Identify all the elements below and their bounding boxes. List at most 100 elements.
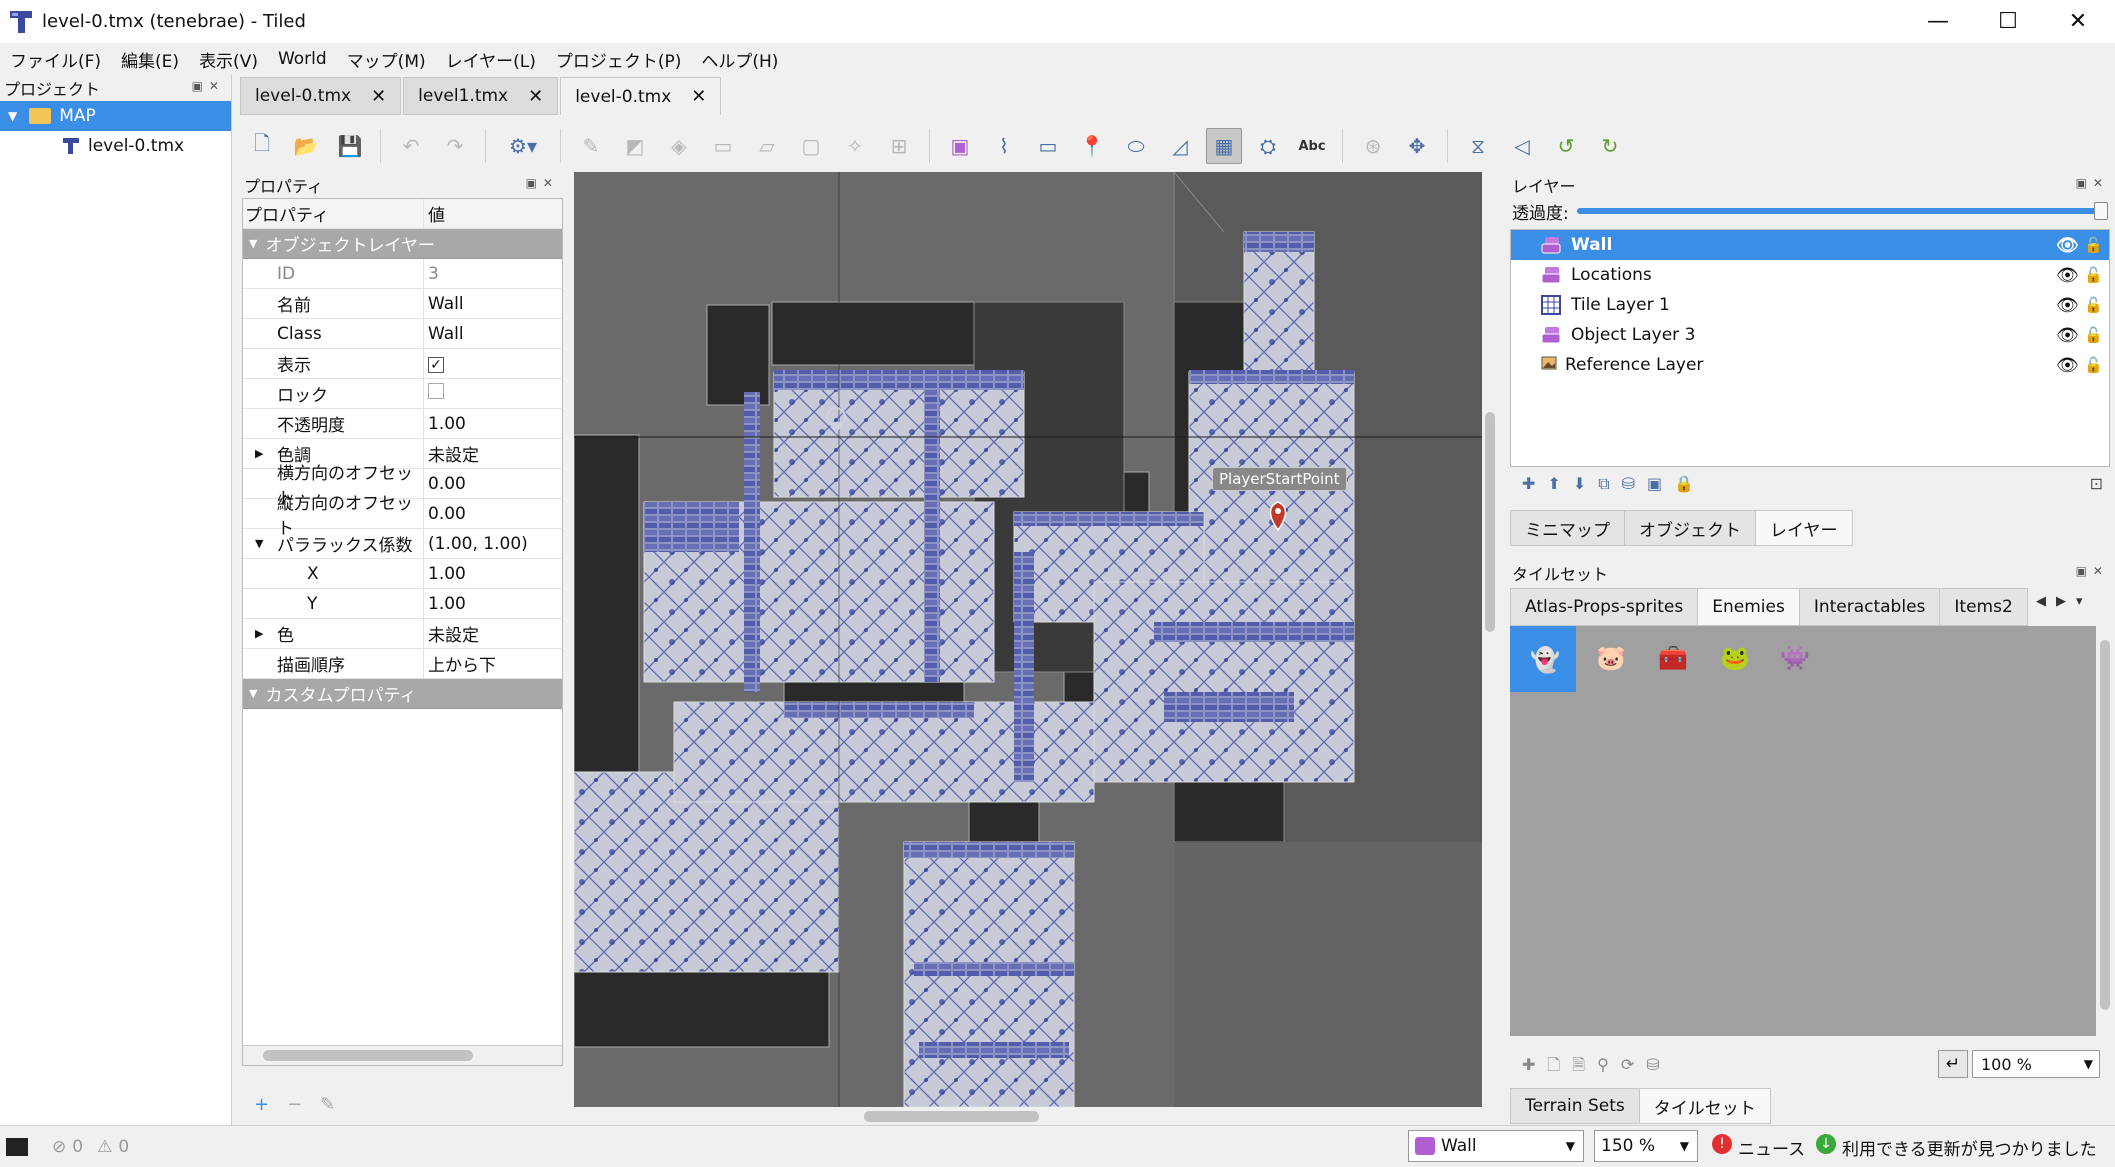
tab-level1[interactable]: level1.tmx ✕ [403,77,559,115]
terrain-brush-icon[interactable]: ◩ [617,128,653,164]
warning-icon[interactable]: ⚠ [97,1137,112,1157]
menu-view[interactable]: 表示(V) [189,47,268,72]
prop-value[interactable]: Wall [424,324,464,344]
layer-item-tile-layer-1[interactable]: Tile Layer 1 👁 🔓 [1511,290,2109,320]
menu-file[interactable]: ファイル(F) [0,47,111,72]
tab-level-0-first[interactable]: level-0.tmx ✕ [240,77,402,115]
lock-open-icon[interactable]: 🔓 [2084,296,2103,314]
chevron-down-icon[interactable]: ▼ [2084,1057,2093,1071]
layer-item-reference-layer[interactable]: Reference Layer 👁 🔓 [1511,350,2109,380]
blue-ghost-sprite-icon[interactable]: 👾 [1780,644,1810,672]
tileset-zoom-select[interactable]: 100 % ▼ [1972,1050,2100,1078]
maximize-button[interactable]: ☐ [1973,0,2043,43]
tileset-view[interactable]: 👻 🐷 🧰 🐸 👾 [1510,626,2096,1036]
stamp-brush-icon[interactable]: ✎ [573,128,609,164]
tab-terrain-sets[interactable]: Terrain Sets [1510,1088,1640,1124]
lock-open-icon[interactable]: 🔓 [2084,326,2103,344]
select-same-tile-icon[interactable]: ⊞ [881,128,917,164]
tree-folder-map[interactable]: ▼ MAP [0,101,231,131]
collapse-arrow-icon[interactable]: ▼ [249,687,257,700]
select-objects-icon[interactable]: ▣ [942,128,978,164]
chevron-down-icon[interactable]: ▼ [1566,1139,1575,1153]
open-file-icon[interactable]: 📂 [288,128,324,164]
close-button[interactable]: ✕ [2043,0,2113,43]
prop-row-visible[interactable]: 表示 ✓ [243,348,562,379]
tileset-action-icons[interactable]: ✚🗋🗎⚲⟳⛁ [1522,1054,1672,1081]
world-tool-icon[interactable]: ⊛ [1355,128,1391,164]
insert-template-icon[interactable]: ⛭ [1250,128,1286,164]
canvas-hscrollbar[interactable] [574,1107,1482,1125]
scroll-thumb[interactable] [864,1111,1039,1122]
collapse-arrow-icon[interactable]: ▼ [249,237,257,250]
magic-wand-icon[interactable]: ✧ [837,128,873,164]
lock-open-icon[interactable]: 🔓 [2084,356,2103,374]
slider-handle[interactable] [2093,202,2108,220]
update-label[interactable]: 利用できる更新が見つかりました [1842,1135,2097,1160]
pink-creature-sprite-icon[interactable]: 🐷 [1596,644,1626,672]
tab-layers[interactable]: レイヤー [1755,510,1853,546]
prop-value[interactable]: 1.00 [424,564,466,584]
prop-value[interactable]: 上から下 [424,651,496,676]
tab-scroll-arrows-icon[interactable]: ◀▶▾ [2036,594,2093,609]
opacity-slider[interactable] [1576,202,2108,220]
scroll-thumb[interactable] [2100,640,2110,1010]
current-layer-select[interactable]: Wall ▼ [1408,1130,1584,1162]
visibility-eye-icon[interactable]: 👁 [2056,265,2079,286]
shape-fill-icon[interactable]: ▭ [705,128,741,164]
error-icon[interactable]: ⊘ [52,1137,66,1157]
properties-hscrollbar[interactable] [243,1045,562,1065]
move-world-icon[interactable]: ✥ [1399,128,1435,164]
insert-polygon-icon[interactable]: ◿ [1162,128,1198,164]
visibility-eye-icon[interactable]: 👁 [2056,295,2079,316]
visibility-eye-icon[interactable]: 👁 [2056,325,2079,346]
prop-row-offset-y[interactable]: 縦方向のオフセット 0.00 [243,494,562,539]
menu-map[interactable]: マップ(M) [337,47,436,72]
visibility-eye-icon[interactable]: 👁 [2056,355,2079,376]
scroll-thumb[interactable] [263,1050,473,1061]
tab-level-0-active[interactable]: level-0.tmx ✕ [560,77,722,115]
collapse-arrow-icon[interactable]: ▼ [8,109,17,123]
rotate-right-icon[interactable]: ↻ [1592,128,1628,164]
rect-select-icon[interactable]: ▢ [793,128,829,164]
prop-row-draw-order[interactable]: 描画順序 上から下 [243,648,562,679]
tab-objects[interactable]: オブジェクト [1624,510,1756,546]
dynamic-wrap-icon[interactable]: ↵ [1938,1050,1968,1078]
news-alert-icon[interactable]: ! [1712,1134,1732,1154]
tab-interactables[interactable]: Interactables [1798,588,1941,626]
save-file-icon[interactable]: 💾 [332,128,368,164]
tileset-vscrollbar[interactable] [2098,626,2112,1036]
prop-value[interactable]: 未設定 [424,441,479,466]
collapse-arrow-icon[interactable]: ▼ [255,537,277,550]
insert-ellipse-icon[interactable]: ⬭ [1118,128,1154,164]
insert-tile-icon[interactable]: ▦ [1206,128,1242,164]
redo-icon[interactable]: ↷ [437,128,473,164]
visible-checkbox[interactable]: ✓ [428,356,444,373]
visibility-eye-icon[interactable]: 👁 [2056,235,2079,256]
chevron-down-icon[interactable]: ▼ [1680,1139,1689,1153]
prop-value[interactable]: Wall [424,294,464,314]
panel-float-close-icons[interactable]: ▣✕ [192,79,225,93]
tab-items2[interactable]: Items2 [1939,588,2028,626]
rotate-left-icon[interactable]: ↺ [1548,128,1584,164]
lock-open-icon[interactable]: 🔓 [2084,266,2103,284]
prop-value[interactable]: 0.00 [424,504,466,524]
map-zoom-select[interactable]: 150 % ▼ [1594,1130,1698,1162]
prop-row-parallax-x[interactable]: X 1.00 [243,558,562,589]
insert-rectangle-icon[interactable]: ▭ [1030,128,1066,164]
expand-arrow-icon[interactable]: ▶ [255,627,277,640]
map-canvas[interactable]: PlayerStartPoint [574,172,1482,1107]
prop-value[interactable]: 0.00 [424,474,466,494]
console-icon[interactable] [6,1137,28,1156]
tab-atlas-props-sprites[interactable]: Atlas-Props-sprites [1510,588,1699,626]
close-tab-icon[interactable]: ✕ [691,86,706,107]
expand-arrow-icon[interactable]: ▶ [255,447,277,460]
close-tab-icon[interactable]: ✕ [528,86,543,107]
commands-icon[interactable]: ⚙▾ [498,128,548,164]
prop-value[interactable]: 未設定 [424,621,479,646]
lock-open-icon[interactable]: 🔓 [2084,236,2103,254]
close-tab-icon[interactable]: ✕ [371,86,386,107]
tab-minimap[interactable]: ミニマップ [1510,510,1625,546]
layer-item-object-layer-3[interactable]: Object Layer 3 👁 🔓 [1511,320,2109,350]
panel-float-close-icons[interactable]: ▣✕ [2076,176,2109,190]
prop-row-color[interactable]: ▶ 色未設定 [243,618,562,649]
